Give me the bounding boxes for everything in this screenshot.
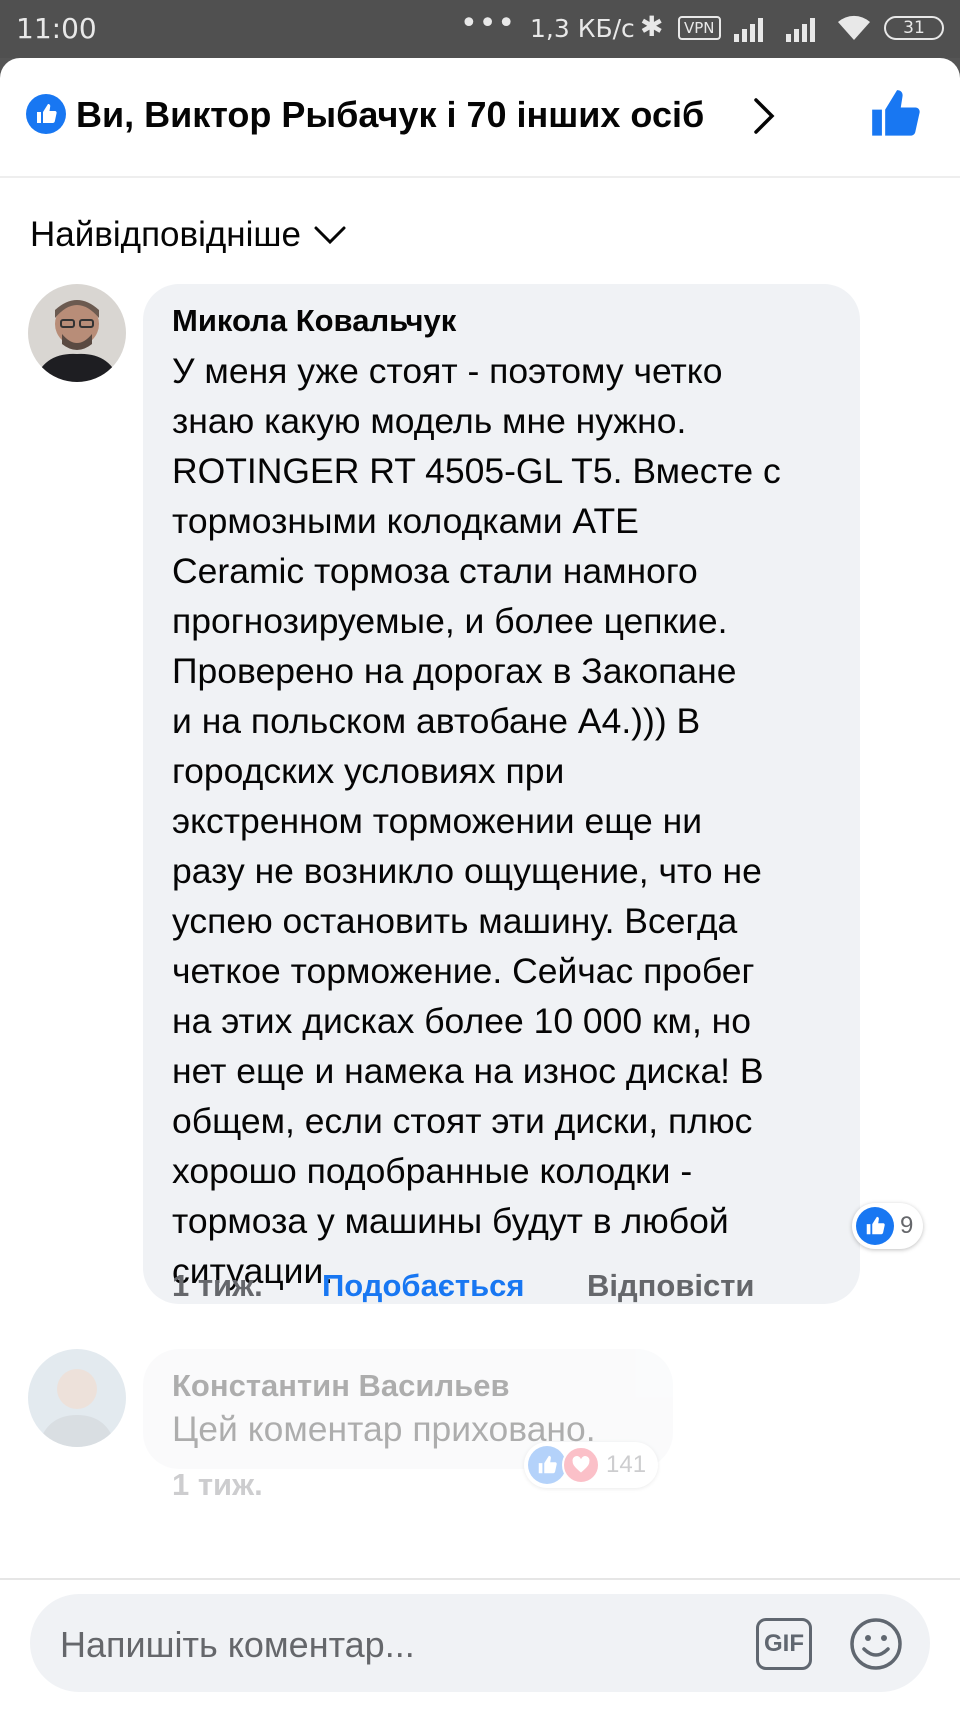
signal-icon: [734, 18, 763, 42]
like-badge-icon: [528, 1446, 566, 1484]
comment-text: У меня уже стоят - поэтому четко знаю ка…: [172, 351, 781, 1291]
like-button[interactable]: Подобається: [322, 1268, 525, 1304]
reaction-count-badge[interactable]: 141: [524, 1442, 659, 1488]
reactions-summary[interactable]: Ви, Виктор Рыбачук і 70 інших осіб: [76, 94, 704, 136]
chevron-right-icon[interactable]: [750, 96, 778, 136]
status-network-speed: 1,3 КБ/с: [530, 14, 635, 43]
reaction-count: 141: [606, 1451, 647, 1478]
comment-bubble[interactable]: Микола Ковальчук У меня уже стоят - поэт…: [143, 284, 860, 1304]
avatar[interactable]: [28, 284, 126, 382]
thumbs-up-icon[interactable]: [870, 88, 922, 140]
wifi-icon: [838, 15, 870, 40]
avatar[interactable]: [28, 1349, 126, 1447]
comment-time: 1 тиж.: [172, 1268, 263, 1303]
status-time: 11:00: [16, 12, 97, 45]
sort-selector[interactable]: Найвідповідніше: [30, 215, 347, 255]
signal-icon: [786, 18, 815, 42]
comment-author[interactable]: Константин Васильев: [172, 1367, 645, 1405]
like-badge-icon: [26, 94, 66, 134]
reaction-count: 9: [900, 1212, 914, 1239]
comment-input[interactable]: Напишіть коментар... GIF: [30, 1594, 930, 1692]
like-badge-icon: [856, 1207, 894, 1245]
vpn-badge: VPN: [678, 16, 721, 40]
gif-button[interactable]: GIF: [756, 1618, 812, 1670]
reaction-count-badge[interactable]: 9: [852, 1203, 924, 1249]
reply-button[interactable]: Відповісти: [587, 1268, 755, 1304]
battery-indicator: 31: [884, 16, 944, 40]
chevron-down-icon: [314, 226, 346, 245]
comment-author[interactable]: Микола Ковальчук: [172, 302, 832, 340]
status-bar: 11:00 ••• 1,3 КБ/с ✱ VPN 31: [0, 0, 960, 58]
comment-time: 1 тиж.: [172, 1467, 263, 1502]
reactions-header[interactable]: Ви, Виктор Рыбачук і 70 інших осіб: [0, 58, 960, 178]
smiley-icon[interactable]: [848, 1616, 904, 1672]
reactions-comments-sheet: Ви, Виктор Рыбачук і 70 інших осіб Найві…: [0, 58, 960, 1707]
comment-input-placeholder[interactable]: Напишіть коментар...: [60, 1624, 415, 1666]
bluetooth-icon: ✱: [640, 10, 664, 43]
status-dots: •••: [460, 6, 517, 41]
sort-label: Найвідповідніше: [30, 215, 301, 254]
heart-icon: [562, 1446, 600, 1484]
